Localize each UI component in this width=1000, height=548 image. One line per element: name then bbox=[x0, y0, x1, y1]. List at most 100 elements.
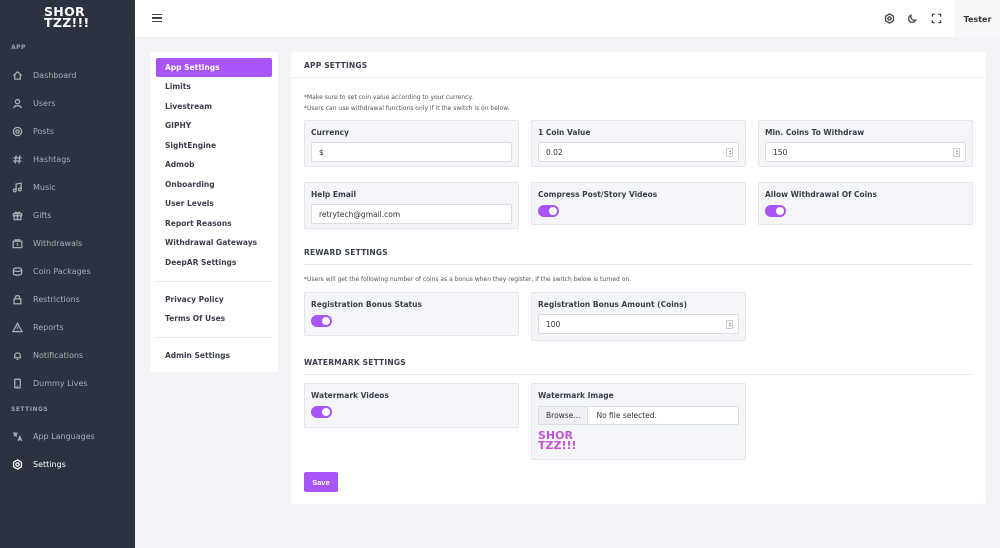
nav-divider bbox=[156, 281, 272, 282]
currency-input[interactable]: $ bbox=[311, 142, 512, 162]
home-icon bbox=[12, 70, 23, 81]
sidebar-item-label: Restrictions bbox=[33, 294, 80, 304]
card-header: APP SETTINGS bbox=[291, 52, 986, 78]
logo-line-2: TZZ!!! bbox=[44, 15, 90, 30]
sidebar-item-settings[interactable]: Settings bbox=[0, 454, 135, 474]
menu-icon[interactable] bbox=[152, 14, 162, 23]
translate-icon bbox=[12, 431, 23, 442]
watermark-videos-box: Watermark Videos bbox=[304, 383, 519, 428]
phone-icon bbox=[12, 378, 23, 389]
section-divider bbox=[304, 374, 973, 375]
currency-label: Currency bbox=[311, 128, 350, 137]
sidebar-item-users[interactable]: Users bbox=[0, 93, 135, 113]
gear-icon bbox=[12, 458, 23, 470]
sidebar-item-dummy-lives[interactable]: Dummy Lives bbox=[0, 373, 135, 393]
lock-icon bbox=[12, 294, 23, 305]
user-menu[interactable]: Tester bbox=[955, 0, 1000, 38]
coin-value-input[interactable]: 0.02 bbox=[538, 142, 739, 162]
registration-bonus-toggle[interactable] bbox=[311, 315, 332, 327]
number-stepper-icon[interactable] bbox=[726, 148, 733, 157]
user-icon bbox=[12, 98, 23, 109]
reward-settings-title: REWARD SETTINGS bbox=[304, 248, 388, 257]
watermark-preview-image: SHOR TZZ!!! bbox=[538, 430, 577, 452]
bell-icon bbox=[12, 350, 23, 361]
sidebar-item-hashtags[interactable]: Hashtags bbox=[0, 149, 135, 169]
nav-admin-settings[interactable]: Admin Settings bbox=[156, 346, 272, 365]
registration-bonus-status-label: Registration Bonus Status bbox=[311, 300, 422, 309]
nav-divider bbox=[156, 337, 272, 338]
sidebar-item-music[interactable]: Music bbox=[0, 177, 135, 197]
sidebar-item-label: Gifts bbox=[33, 210, 52, 220]
app-settings-note-2: *Users can use withdrawal functions only… bbox=[304, 105, 510, 112]
sidebar-item-label: Notifications bbox=[33, 350, 84, 360]
sidebar-item-dashboard[interactable]: Dashboard bbox=[0, 65, 135, 85]
sidebar-item-notifications[interactable]: Notifications bbox=[0, 345, 135, 365]
coin-value-label: 1 Coin Value bbox=[538, 128, 591, 137]
watermark-image-label: Watermark Image bbox=[538, 391, 614, 400]
app-settings-note-1: *Make sure to set coin value according t… bbox=[304, 94, 474, 101]
number-stepper-icon[interactable] bbox=[953, 148, 960, 157]
sidebar-item-restrictions[interactable]: Restrictions bbox=[0, 289, 135, 309]
sidebar-item-coin-packages[interactable]: Coin Packages bbox=[0, 261, 135, 281]
watermark-logo-line-2: TZZ!!! bbox=[538, 439, 577, 452]
sidebar-item-withdrawals[interactable]: Withdrawals bbox=[0, 233, 135, 253]
nav-report-reasons[interactable]: Report Reasons bbox=[156, 214, 272, 233]
registration-bonus-amount-input[interactable]: 100 bbox=[538, 314, 739, 334]
watermark-videos-label: Watermark Videos bbox=[311, 391, 389, 400]
help-email-input[interactable]: retrytech@gmail.com bbox=[311, 204, 512, 224]
watermark-videos-toggle[interactable] bbox=[311, 406, 332, 418]
gift-icon bbox=[12, 210, 23, 221]
browse-button[interactable]: Browse... bbox=[539, 407, 589, 424]
reward-settings-note: *Users will get the following number of … bbox=[304, 276, 632, 283]
coins-icon bbox=[12, 266, 23, 277]
sidebar-item-app-languages[interactable]: App Languages bbox=[0, 426, 135, 446]
compress-box: Compress Post/Story Videos bbox=[531, 182, 746, 225]
nav-app-settings[interactable]: App Settings bbox=[156, 58, 272, 77]
allow-withdrawal-label: Allow Withdrawal Of Coins bbox=[765, 190, 877, 199]
nav-limits[interactable]: Limits bbox=[156, 77, 272, 96]
registration-bonus-status-box: Registration Bonus Status bbox=[304, 292, 519, 336]
sidebar-item-gifts[interactable]: Gifts bbox=[0, 205, 135, 225]
moon-icon[interactable] bbox=[907, 13, 918, 24]
sidebar-item-label: Dashboard bbox=[33, 70, 77, 80]
sidebar-item-label: Withdrawals bbox=[33, 238, 83, 248]
section-divider bbox=[304, 264, 973, 265]
registration-bonus-amount-box: Registration Bonus Amount (Coins) 100 bbox=[531, 292, 746, 341]
min-coins-input[interactable]: 150 bbox=[765, 142, 966, 162]
file-status: No file selected. bbox=[596, 411, 657, 420]
nav-sightengine[interactable]: SightEngine bbox=[156, 136, 272, 155]
fullscreen-icon[interactable] bbox=[931, 13, 942, 24]
nav-user-levels[interactable]: User Levels bbox=[156, 194, 272, 213]
sidebar-item-label: Users bbox=[33, 98, 56, 108]
watermark-file-input[interactable]: Browse... No file selected. bbox=[538, 406, 739, 425]
coin-value-box: 1 Coin Value 0.02 bbox=[531, 120, 746, 167]
settings-gear-icon[interactable] bbox=[884, 13, 895, 24]
sidebar-item-label: App Languages bbox=[33, 431, 95, 441]
nav-admob[interactable]: Admob bbox=[156, 155, 272, 174]
nav-deepar-settings[interactable]: DeepAR Settings bbox=[156, 253, 272, 272]
brand-logo[interactable]: SHOR TZZ!!! bbox=[44, 5, 92, 30]
save-button[interactable]: Save bbox=[304, 472, 338, 492]
currency-box: Currency $ bbox=[304, 120, 519, 167]
sidebar-item-label: Hashtags bbox=[33, 154, 71, 164]
nav-withdrawal-gateways[interactable]: Withdrawal Gateways bbox=[156, 233, 272, 252]
allow-withdrawal-toggle[interactable] bbox=[765, 205, 786, 217]
number-stepper-icon[interactable] bbox=[726, 320, 733, 329]
sidebar-section-app: APP bbox=[11, 44, 26, 51]
nav-livestream[interactable]: Livestream bbox=[156, 97, 272, 116]
alert-icon bbox=[12, 321, 23, 333]
sidebar-item-posts[interactable]: Posts bbox=[0, 121, 135, 141]
posts-icon bbox=[12, 126, 23, 137]
nav-giphy[interactable]: GIPHY bbox=[156, 116, 272, 135]
nav-terms-of-uses[interactable]: Terms Of Uses bbox=[156, 309, 272, 328]
sidebar-item-label: Dummy Lives bbox=[33, 378, 88, 388]
sidebar-item-reports[interactable]: Reports bbox=[0, 317, 135, 337]
compress-toggle[interactable] bbox=[538, 205, 559, 217]
watermark-image-box: Watermark Image Browse... No file select… bbox=[531, 383, 746, 460]
nav-onboarding[interactable]: Onboarding bbox=[156, 175, 272, 194]
nav-privacy-policy[interactable]: Privacy Policy bbox=[156, 290, 272, 309]
sidebar-item-label: Music bbox=[33, 182, 56, 192]
sidebar-section-settings: SETTINGS bbox=[11, 406, 49, 413]
wallet-icon bbox=[12, 238, 23, 249]
sidebar-item-label: Reports bbox=[33, 322, 64, 332]
